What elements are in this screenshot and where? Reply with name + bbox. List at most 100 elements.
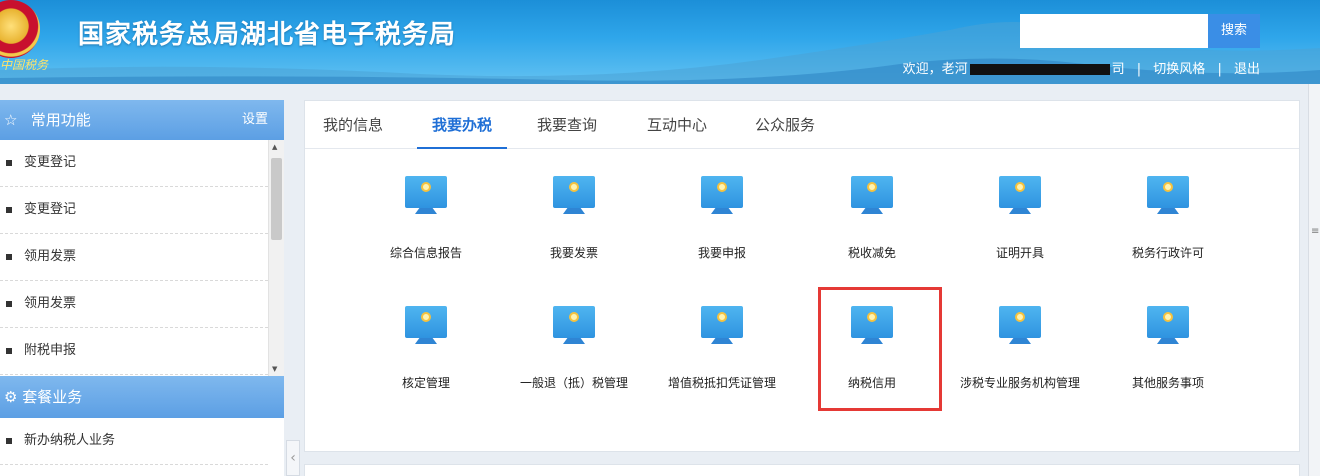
monitor-screen (851, 176, 893, 208)
bullet-icon (6, 253, 12, 260)
monitor-stand (1157, 208, 1179, 214)
collapse-sidebar-chevron-icon[interactable]: ‹ (286, 440, 300, 476)
service-label: 涉税专业服务机构管理 (959, 376, 1080, 390)
monitor-screen (1147, 176, 1189, 208)
sidebar-item-label: 领用发票 (24, 296, 77, 311)
package-services-header[interactable]: ⚙ 套餐业务 (0, 376, 284, 418)
scroll-grip-icon: ≡ (1311, 226, 1320, 237)
tab-bar: 我的信息 我要办税 我要查询 互动中心 公众服务 (305, 101, 1299, 149)
scroll-up-icon[interactable]: ▲ (272, 143, 277, 151)
sidebar: ☆ 常用功能 设置 变更登记 变更登记 领用发票 领用发票 附税申报 ▲ ▼ ⚙… (0, 100, 284, 476)
monitor-icon (1147, 306, 1189, 346)
sun-icon (569, 182, 579, 192)
bullet-icon (6, 206, 12, 213)
monitor-screen (553, 306, 595, 338)
switch-style-link[interactable]: 切换风格 (1153, 62, 1205, 77)
monitor-icon (1147, 176, 1189, 216)
service-label: 增值税抵扣凭证管理 (667, 376, 776, 390)
sun-icon (717, 312, 727, 322)
top-nav: 欢迎，老河 司 | 切换风格 | 退出 (903, 58, 1260, 77)
site-header: 中国税务 国家税务总局湖北省电子税务局 搜索 欢迎，老河 司 | 切换风格 | 退… (0, 0, 1320, 84)
bullet-icon (6, 159, 12, 166)
monitor-stand (1009, 338, 1031, 344)
monitor-screen (553, 176, 595, 208)
service-label: 我要申报 (697, 246, 746, 260)
monitor-stand (711, 208, 733, 214)
monitor-stand (1157, 338, 1179, 344)
sidebar-scrollbar[interactable]: ▲ ▼ (268, 140, 284, 376)
service-tile[interactable]: 税收减免 (802, 176, 942, 261)
tab-tax-handling[interactable]: 我要办税 (417, 101, 507, 149)
sidebar-item-change-registration[interactable]: 变更登记 (0, 187, 268, 234)
monitor-stand (415, 338, 437, 344)
bullet-icon (6, 347, 12, 354)
sun-icon (1015, 312, 1025, 322)
service-label: 税收减免 (847, 246, 896, 260)
tab-query[interactable]: 我要查询 (535, 101, 599, 149)
monitor-stand (1009, 208, 1031, 214)
monitor-screen (701, 176, 743, 208)
service-tile[interactable]: 我要申报 (652, 176, 792, 261)
monitor-icon (701, 176, 743, 216)
sidebar-item-invoice-collection[interactable]: 领用发票 (0, 234, 268, 281)
service-tile[interactable]: 涉税专业服务机构管理 (950, 306, 1090, 391)
monitor-stand (711, 338, 733, 344)
scroll-down-icon[interactable]: ▼ (272, 365, 277, 373)
page-scrollbar[interactable]: ≡ (1308, 84, 1320, 476)
sidebar-item-new-taxpayer[interactable]: 新办纳税人业务 (0, 418, 268, 465)
service-tile[interactable]: 其他服务事项 (1098, 306, 1238, 391)
service-tile[interactable]: 一般退（抵）税管理 (504, 306, 644, 391)
sidebar-item-label: 新办纳税人业务 (24, 433, 116, 448)
sidebar-item-surtax-filing[interactable]: 附税申报 (0, 328, 268, 375)
monitor-icon (701, 306, 743, 346)
sun-icon (1163, 182, 1173, 192)
service-tile[interactable]: 税务行政许可 (1098, 176, 1238, 261)
sun-icon (421, 182, 431, 192)
sun-icon (1015, 182, 1025, 192)
service-label: 综合信息报告 (389, 246, 462, 260)
sun-icon (717, 182, 727, 192)
tab-interaction-center[interactable]: 互动中心 (645, 101, 709, 149)
sidebar-item-label: 变更登记 (24, 202, 77, 217)
monitor-stand (563, 208, 585, 214)
emblem-caption: 中国税务 (0, 58, 49, 72)
scrollbar-thumb[interactable] (271, 158, 282, 240)
logout-link[interactable]: 退出 (1234, 62, 1260, 77)
sun-icon (1163, 312, 1173, 322)
service-tile[interactable]: 综合信息报告 (356, 176, 496, 261)
service-tile[interactable]: 核定管理 (356, 306, 496, 391)
monitor-icon (851, 176, 893, 216)
tab-my-info[interactable]: 我的信息 (321, 101, 385, 149)
site-title: 国家税务总局湖北省电子税务局 (78, 20, 457, 50)
common-functions-header[interactable]: ☆ 常用功能 设置 (0, 100, 284, 140)
welcome-text: 欢迎，老河 (902, 62, 968, 77)
highlight-box (818, 287, 942, 411)
search-input[interactable] (1020, 14, 1208, 48)
service-label: 一般退（抵）税管理 (519, 376, 628, 390)
bullet-icon (6, 300, 12, 307)
monitor-screen (405, 306, 447, 338)
service-label: 核定管理 (401, 376, 450, 390)
welcome-suffix: 司 (1111, 62, 1125, 77)
settings-link[interactable]: 设置 (242, 100, 268, 140)
sidebar-item-label: 附税申报 (24, 343, 77, 358)
monitor-stand (861, 208, 883, 214)
tab-public-services[interactable]: 公众服务 (753, 101, 817, 149)
sidebar-item-label: 变更登记 (24, 155, 77, 170)
service-tile[interactable]: 证明开具 (950, 176, 1090, 261)
sidebar-item-label: 领用发票 (24, 249, 77, 264)
star-icon: ☆ (4, 111, 18, 129)
monitor-screen (999, 176, 1041, 208)
service-tile[interactable]: 我要发票 (504, 176, 644, 261)
sidebar-item-change-registration[interactable]: 变更登记 (0, 140, 268, 187)
monitor-icon (999, 176, 1041, 216)
monitor-screen (999, 306, 1041, 338)
search-button[interactable]: 搜索 (1208, 14, 1260, 48)
sidebar-item-invoice-collection[interactable]: 领用发票 (0, 281, 268, 328)
sun-icon (421, 312, 431, 322)
service-tile[interactable]: 增值税抵扣凭证管理 (652, 306, 792, 391)
monitor-stand (415, 208, 437, 214)
bottom-panel (304, 464, 1300, 476)
monitor-icon (553, 306, 595, 346)
monitor-icon (405, 306, 447, 346)
